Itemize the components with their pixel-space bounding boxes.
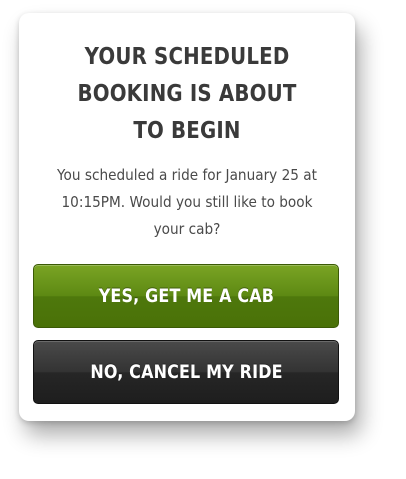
dialog-title-line-2: BOOKING IS ABOUT bbox=[77, 81, 297, 107]
confirm-booking-button[interactable]: YES, GET ME A CAB bbox=[33, 264, 339, 328]
dialog-title-line-1: YOUR SCHEDULED bbox=[84, 44, 290, 70]
booking-reminder-dialog: YOUR SCHEDULED BOOKING IS ABOUT TO BEGIN… bbox=[19, 13, 355, 421]
dialog-title-line-3: TO BEGIN bbox=[133, 118, 241, 144]
confirm-booking-button-label: YES, GET ME A CAB bbox=[98, 285, 274, 307]
dialog-message: You scheduled a ride for January 25 at 1… bbox=[57, 166, 317, 238]
screen: YOUR SCHEDULED BOOKING IS ABOUT TO BEGIN… bbox=[0, 0, 406, 479]
dialog-title: YOUR SCHEDULED BOOKING IS ABOUT TO BEGIN bbox=[43, 39, 332, 150]
cancel-ride-button-label: NO, CANCEL MY RIDE bbox=[89, 361, 283, 383]
cancel-ride-button[interactable]: NO, CANCEL MY RIDE bbox=[33, 340, 339, 404]
